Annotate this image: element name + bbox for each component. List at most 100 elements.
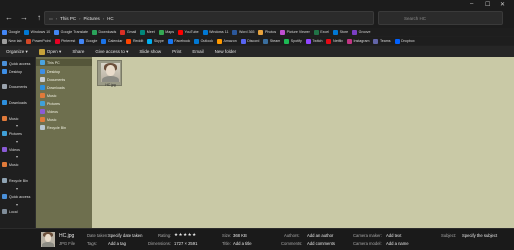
lp-item-music-2[interactable]: Music (2, 162, 18, 167)
minimize-button[interactable]: – (470, 1, 473, 7)
rating-label: Rating: (158, 233, 172, 238)
tree-item-music-2[interactable]: Music (40, 117, 56, 122)
bookmark-item[interactable]: Instagram (346, 38, 369, 44)
subject-value[interactable]: Specify the subject (462, 233, 497, 238)
bookmark-item[interactable]: Word 365 (232, 29, 254, 35)
chevron-down-icon[interactable]: ▾ (16, 202, 18, 207)
bookmark-label: Discord (247, 39, 260, 43)
breadcrumb-hc[interactable]: HC (107, 16, 114, 21)
tree-item-music[interactable]: Music (40, 93, 56, 98)
pc-icon: ▭ (49, 15, 53, 21)
back-arrow-icon[interactable]: ← (3, 12, 15, 24)
bookmark-favicon-icon (346, 38, 352, 44)
bookmark-item[interactable]: Pinterest (54, 38, 75, 44)
organize-button[interactable]: Organize ▾ (6, 49, 28, 55)
bookmark-item[interactable]: Amazon (217, 38, 237, 44)
bookmark-item[interactable]: Skype (147, 38, 164, 44)
bookmark-item[interactable]: Twitch (305, 38, 322, 44)
bookmark-item[interactable]: Groove (352, 29, 371, 35)
bookmark-item[interactable]: Photos (258, 29, 276, 35)
bookmark-favicon-icon (92, 29, 98, 35)
tree-item-documents[interactable]: Documents (40, 77, 65, 82)
comments-value[interactable]: Add comments (307, 241, 335, 246)
lp-item-desktop[interactable]: Desktop (2, 69, 22, 74)
bookmark-item[interactable]: Picture Viewer (280, 29, 310, 35)
tree-item-desktop[interactable]: Desktop (40, 69, 60, 74)
bookmark-item[interactable]: Google Translate (54, 29, 88, 35)
tree-item-recycle-bin[interactable]: Recycle Bin (40, 125, 66, 130)
bookmark-item[interactable]: PowerPoint (25, 38, 51, 44)
lp-item-recycle-bin[interactable]: Recycle Bin (2, 178, 28, 183)
file-thumbnail[interactable]: HC.jpg (97, 60, 122, 87)
address-bar[interactable]: ▭ › This PC › Pictures › HC (44, 11, 374, 25)
slideshow-button[interactable]: Slide show (139, 49, 161, 54)
bookmark-item[interactable]: Spotify (284, 38, 302, 44)
open-button[interactable]: Open ▾ (38, 48, 61, 55)
forward-arrow-icon[interactable]: → (18, 12, 30, 24)
bookmark-label: Groove (358, 30, 371, 34)
tags-value[interactable]: Add a tag (108, 241, 126, 246)
bookmark-item[interactable]: Meet (140, 29, 155, 35)
lp-item-quick-access-2[interactable]: Quick access (2, 194, 30, 199)
bookmark-favicon-icon (167, 38, 173, 44)
date-taken-value[interactable]: Specify date taken (108, 233, 142, 238)
bookmark-item[interactable]: Dropbox (394, 38, 415, 44)
tree-item-downloads[interactable]: Downloads (40, 85, 65, 90)
authors-value[interactable]: Add an author (307, 233, 333, 238)
bookmark-item[interactable]: Reddit (126, 38, 143, 44)
bookmark-item[interactable]: Google (79, 38, 97, 44)
lp-item-videos[interactable]: Videos (2, 147, 20, 152)
bookmark-item[interactable]: Maps (158, 29, 174, 35)
chevron-down-icon[interactable]: ▾ (16, 154, 18, 159)
dimensions-label: Dimensions: (148, 241, 172, 246)
recycle-bin-icon (40, 125, 45, 130)
bookmark-item[interactable]: New tab (2, 38, 22, 44)
new-folder-button[interactable]: New folder (215, 49, 237, 54)
breadcrumb-this-pc[interactable]: This PC (60, 16, 76, 21)
bookmark-item[interactable]: Discord (240, 38, 260, 44)
bookmark-item[interactable]: Gmail (120, 29, 136, 35)
music-icon (2, 162, 7, 167)
camera-model-label: Camera model: (353, 241, 382, 246)
tree-item-videos[interactable]: Videos (40, 109, 58, 114)
camera-maker-value[interactable]: Add text (386, 233, 401, 238)
lp-item-documents[interactable]: Documents (2, 84, 27, 89)
email-button[interactable]: Email (192, 49, 203, 54)
lp-item-local[interactable]: Local (2, 209, 18, 214)
bookmark-item[interactable]: Store (333, 29, 348, 35)
bookmark-item[interactable]: Teams (373, 38, 391, 44)
bookmark-item[interactable]: Netflix (326, 38, 343, 44)
bookmark-item[interactable]: Windows 11 (202, 29, 228, 35)
breadcrumb-pictures[interactable]: Pictures (83, 16, 99, 21)
camera-maker-label: Camera maker: (353, 233, 382, 238)
bookmark-item[interactable]: Outlook (194, 38, 213, 44)
bookmark-item[interactable]: YouTube (178, 29, 199, 35)
tree-item-this-pc[interactable]: This PC (36, 59, 92, 66)
give-access-button[interactable]: Give access to ▾ (95, 49, 128, 55)
title-value[interactable]: Add a title (233, 241, 252, 246)
chevron-down-icon[interactable]: ▾ (16, 186, 18, 191)
bookmark-item[interactable]: Calendar (101, 38, 122, 44)
bookmark-item[interactable]: Steam (263, 38, 280, 44)
print-button[interactable]: Print (172, 49, 181, 54)
camera-model-value[interactable]: Add a name (386, 241, 409, 246)
tree-item-pictures[interactable]: Pictures (40, 101, 60, 106)
close-button[interactable]: ✕ (500, 1, 505, 8)
search-input[interactable]: Search HC (378, 11, 503, 25)
share-button[interactable]: Share (72, 49, 84, 54)
bookmark-item[interactable]: Excel (313, 29, 329, 35)
chevron-down-icon[interactable]: ▾ (16, 139, 18, 144)
bookmark-item[interactable]: Facebook (167, 38, 190, 44)
lp-item-pictures[interactable]: Pictures (2, 131, 22, 136)
lp-item-downloads[interactable]: Downloads (2, 100, 27, 105)
bookmark-item[interactable]: Google (2, 29, 20, 35)
file-explorer-window: – ☐ ✕ ← → ↑ ▭ › This PC › Pictures › HC … (0, 0, 514, 250)
size-label: Size: (222, 233, 232, 238)
maximize-button[interactable]: ☐ (485, 1, 490, 8)
chevron-down-icon[interactable]: ▾ (16, 123, 18, 128)
bookmark-item[interactable]: Windows 10 (24, 29, 50, 35)
rating-stars[interactable]: ★★★★★ (174, 232, 197, 238)
lp-item-music[interactable]: Music (2, 116, 18, 121)
lp-item-quick-access[interactable]: Quick access (2, 61, 30, 66)
bookmark-item[interactable]: Downloads (92, 29, 116, 35)
